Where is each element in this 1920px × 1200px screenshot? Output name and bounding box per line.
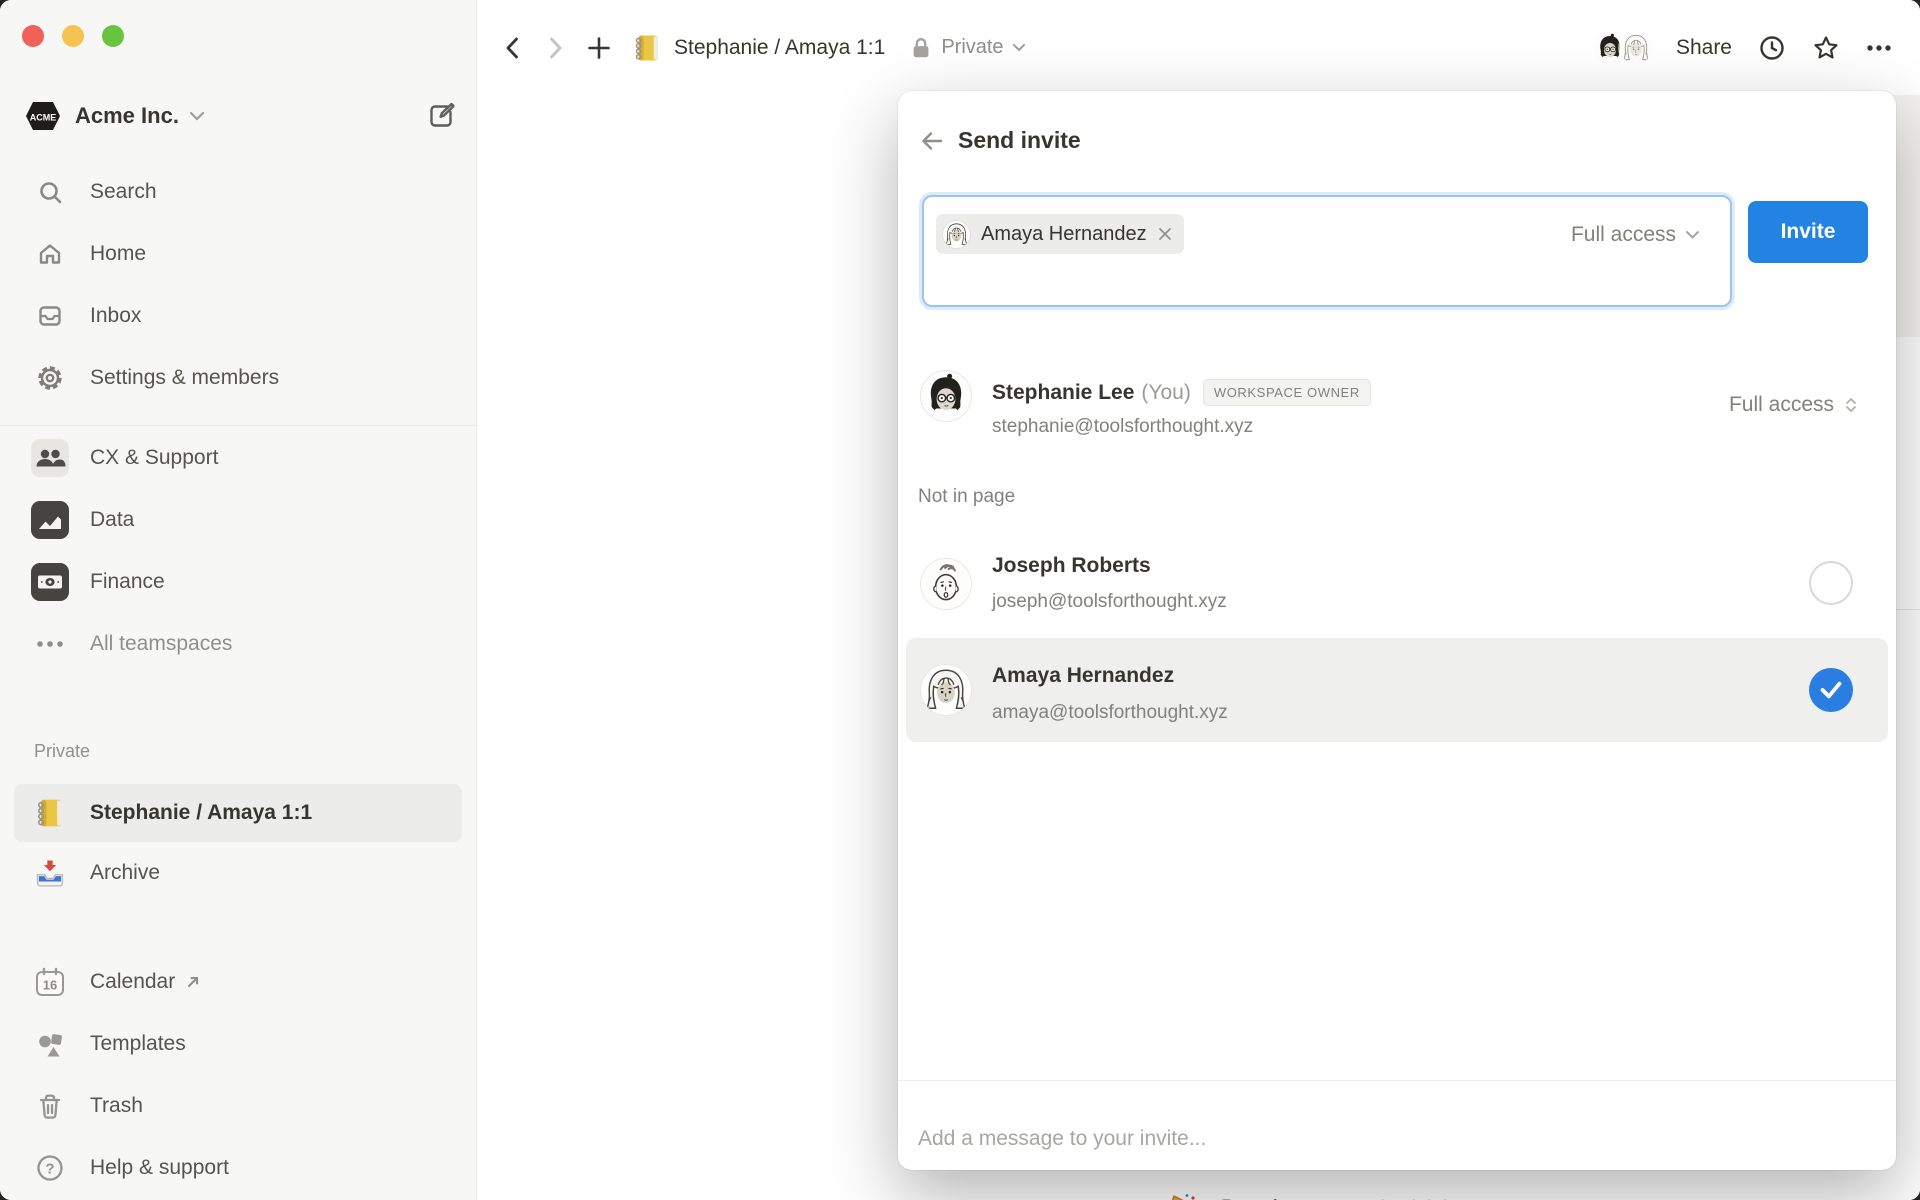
access-level-dropdown[interactable]: Full access xyxy=(1571,223,1700,247)
chart-tile-icon xyxy=(30,500,70,540)
recipient-chip[interactable]: Amaya Hernandez xyxy=(936,214,1184,254)
sidebar-divider xyxy=(0,425,476,426)
invite-recipients-input[interactable]: Amaya Hernandez Full access xyxy=(922,195,1732,307)
people-tile-icon xyxy=(30,438,70,478)
compose-icon[interactable] xyxy=(426,101,456,131)
updates-clock-icon[interactable] xyxy=(1758,34,1786,62)
avatar-joseph xyxy=(920,558,972,610)
member-name-line: Stephanie Lee (You) WORKSPACE OWNER xyxy=(992,379,1371,406)
remove-chip-icon[interactable] xyxy=(1158,227,1172,241)
avatar-amaya xyxy=(942,219,971,249)
favorite-star-icon[interactable] xyxy=(1812,34,1840,62)
sidebar-item-archive[interactable]: Archive xyxy=(14,842,462,904)
private-section-label: Private xyxy=(34,741,91,761)
selected-person-row[interactable] xyxy=(906,638,1888,742)
zoom-window-button[interactable] xyxy=(102,25,124,47)
send-invite-dialog: Send invite Amaya Hernandez Full access … xyxy=(898,91,1896,1170)
sidebar-item-finance[interactable]: Finance xyxy=(14,551,462,613)
sidebar-item-all-teamspaces[interactable]: All teamspaces xyxy=(14,613,462,675)
person-name: Joseph Roberts xyxy=(992,554,1151,577)
avatar-stephanie xyxy=(920,370,972,422)
sidebar-item-settings[interactable]: Settings & members xyxy=(14,347,462,409)
sidebar-item-search[interactable]: Search xyxy=(14,161,462,223)
chevron-down-icon xyxy=(1012,44,1025,52)
add-page-icon[interactable] xyxy=(586,35,612,61)
sidebar-item-inbox[interactable]: Inbox xyxy=(14,285,462,347)
trash-icon xyxy=(30,1086,70,1126)
external-link-icon xyxy=(188,976,199,988)
invite-button[interactable]: Invite xyxy=(1748,201,1868,263)
dialog-footer-divider xyxy=(898,1080,1896,1081)
dialog-back-icon[interactable] xyxy=(919,128,945,154)
notebook-emoji xyxy=(30,793,70,833)
svg-text:16: 16 xyxy=(43,978,57,993)
workspace-name: Acme Inc. xyxy=(75,103,179,128)
selected-check-icon[interactable] xyxy=(1809,668,1853,712)
back-icon[interactable] xyxy=(500,35,526,61)
inbox-icon xyxy=(30,296,70,336)
acme-logo: ACME xyxy=(26,102,60,130)
dialog-title: Send invite xyxy=(958,127,1081,153)
svg-text:?: ? xyxy=(45,1161,54,1178)
avatar-amaya xyxy=(920,664,972,716)
page-viewers[interactable] xyxy=(1591,29,1654,66)
party-popper-emoji xyxy=(1171,1194,1195,1200)
not-in-page-label: Not in page xyxy=(918,486,1016,507)
sidebar-item-data[interactable]: Data xyxy=(14,489,462,551)
workspace-owner-badge: WORKSPACE OWNER xyxy=(1202,379,1371,406)
calendar-16-icon: 16 xyxy=(30,962,70,1002)
chevron-down-icon xyxy=(1686,231,1699,239)
app-window: ACME Acme Inc. Search Home Inbox Setting… xyxy=(0,0,1920,1200)
invite-message-input[interactable]: Add a message to your invite... xyxy=(918,1127,1206,1151)
chevron-down-icon xyxy=(189,111,205,121)
select-joseph-radio[interactable] xyxy=(1809,561,1853,605)
lock-icon xyxy=(913,37,929,57)
member-email: stephanie@toolsforthought.xyz xyxy=(992,416,1254,437)
forward-icon[interactable] xyxy=(542,35,568,61)
search-icon xyxy=(30,172,70,212)
sidebar-item-stephanie-amaya[interactable]: Stephanie / Amaya 1:1 xyxy=(14,784,462,842)
sidebar: ACME Acme Inc. Search Home Inbox Setting… xyxy=(0,0,477,1200)
sidebar-item-templates[interactable]: Templates xyxy=(14,1013,462,1075)
sidebar-item-cx-support[interactable]: CX & Support xyxy=(14,427,462,489)
person-name: Amaya Hernandez xyxy=(992,664,1175,687)
owner-access-dropdown[interactable]: Full access xyxy=(1729,393,1860,417)
up-down-chevrons-icon xyxy=(1846,398,1856,412)
list-item[interactable]: @February 13, 2024 xyxy=(1162,1179,1920,1200)
topbar: Stephanie / Amaya 1:1 Private Share xyxy=(477,0,1920,95)
person-email: joseph@toolsforthought.xyz xyxy=(992,591,1227,612)
svg-text:ACME: ACME xyxy=(30,113,57,123)
notebook-emoji xyxy=(632,33,662,63)
sidebar-private-items: Stephanie / Amaya 1:1 Archive xyxy=(0,784,476,904)
person-email: amaya@toolsforthought.xyz xyxy=(992,702,1228,723)
gear-icon xyxy=(30,358,70,398)
sidebar-item-trash[interactable]: Trash xyxy=(14,1075,462,1137)
close-window-button[interactable] xyxy=(22,25,44,47)
minimize-window-button[interactable] xyxy=(62,25,84,47)
sidebar-footer-menu: 16 Calendar Templates Trash ? Help & sup… xyxy=(0,951,476,1199)
inbox-tray-emoji xyxy=(30,853,70,893)
sidebar-item-help[interactable]: ? Help & support xyxy=(14,1137,462,1199)
sidebar-item-home[interactable]: Home xyxy=(14,223,462,285)
sidebar-main-menu: Search Home Inbox Settings & members xyxy=(0,161,476,409)
privacy-status[interactable]: Private xyxy=(941,36,1003,59)
help-icon: ? xyxy=(30,1148,70,1188)
breadcrumb-page-title[interactable]: Stephanie / Amaya 1:1 xyxy=(674,36,885,60)
sidebar-teamspaces: CX & Support Data Finance All teamspaces xyxy=(0,427,476,675)
ellipsis-icon xyxy=(30,624,70,664)
shapes-icon xyxy=(30,1024,70,1064)
more-options-icon[interactable] xyxy=(1866,44,1892,52)
share-button[interactable]: Share xyxy=(1676,36,1732,60)
sidebar-item-calendar[interactable]: 16 Calendar xyxy=(14,951,462,1013)
traffic-lights xyxy=(0,0,476,47)
workspace-switcher[interactable]: ACME Acme Inc. xyxy=(0,98,476,134)
avatar-amaya xyxy=(1617,29,1654,66)
home-icon xyxy=(30,234,70,274)
banknote-tile-icon xyxy=(30,562,70,602)
